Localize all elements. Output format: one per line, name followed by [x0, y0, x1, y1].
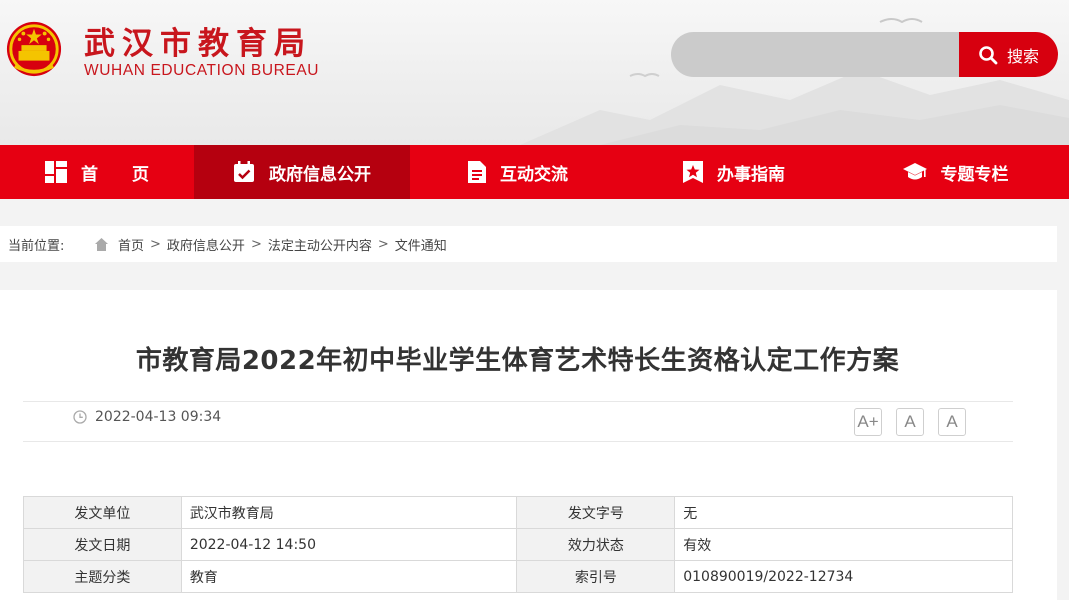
main-nav: 首 页 政府信息公开 互动交流 办事指南 专题专栏: [0, 145, 1069, 199]
info-key: 索引号: [516, 560, 676, 593]
breadcrumb-item-statutory[interactable]: 法定主动公开内容: [268, 235, 372, 254]
font-button-label: A+: [857, 412, 879, 431]
article-title: 市教育局2022年初中毕业学生体育艺术特长生资格认定工作方案: [135, 346, 900, 376]
info-value: 武汉市教育局: [180, 496, 518, 529]
calendar-check-icon: [234, 161, 254, 182]
font-increase-button[interactable]: A+: [854, 408, 882, 436]
national-emblem-icon: [6, 21, 62, 77]
nav-item-label: 首 页: [81, 164, 149, 185]
info-key: 发文日期: [23, 528, 182, 561]
info-value: 010890019/2022-12734: [674, 560, 1013, 593]
article-date: 2022-04-13 09:34: [73, 402, 221, 432]
info-key: 效力状态: [516, 528, 676, 561]
nav-item-interaction[interactable]: 互动交流: [410, 145, 626, 199]
breadcrumb-label: 当前位置:: [8, 238, 65, 254]
font-button-label: A: [946, 412, 958, 431]
home-icon: [95, 237, 108, 251]
nav-item-gov-info[interactable]: 政府信息公开: [194, 145, 410, 199]
info-key: 主题分类: [23, 560, 182, 593]
article-datetime: 2022-04-13 09:34: [95, 409, 222, 425]
font-decrease-button[interactable]: A: [938, 408, 966, 436]
breadcrumb-item-notices[interactable]: 文件通知: [395, 235, 447, 254]
info-value: 无: [674, 496, 1013, 529]
nav-item-label: 专题专栏: [940, 164, 1009, 185]
site-header: 武汉市教育局 WUHAN EDUCATION BUREAU 搜索: [0, 0, 1069, 145]
breadcrumb-item-gov-info[interactable]: 政府信息公开: [167, 235, 245, 254]
site-title-cn: 武汉市教育局: [84, 26, 312, 62]
search-icon: [979, 45, 998, 64]
breadcrumb-separator: >: [377, 236, 389, 252]
article-meta: 2022-04-13 09:34 A+ A A: [23, 401, 1013, 442]
breadcrumb: 当前位置: 首页 > 政府信息公开 > 法定主动公开内容 > 文件通知: [0, 226, 1057, 262]
search-button-label: 搜索: [1006, 46, 1039, 66]
nav-item-label: 政府信息公开: [269, 164, 371, 185]
star-bookmark-icon: [683, 161, 703, 183]
document-icon: [468, 161, 486, 183]
info-value: 2022-04-12 14:50: [180, 528, 518, 561]
article-panel: 市教育局2022年初中毕业学生体育艺术特长生资格认定工作方案 2022-04-1…: [0, 290, 1057, 600]
nav-item-label: 互动交流: [500, 164, 568, 185]
search-input[interactable]: [671, 32, 961, 77]
table-row: 发文单位 武汉市教育局 发文字号 无: [23, 496, 1013, 529]
search-button[interactable]: 搜索: [959, 32, 1058, 77]
grid-icon: [45, 161, 67, 183]
breadcrumb-item-home[interactable]: 首页: [118, 235, 144, 254]
nav-item-guide[interactable]: 办事指南: [626, 145, 842, 199]
clock-icon: [73, 410, 87, 424]
nav-item-home[interactable]: 首 页: [0, 145, 194, 199]
nav-item-label: 办事指南: [717, 164, 785, 185]
table-row: 主题分类 教育 索引号 010890019/2022-12734: [23, 560, 1013, 593]
site-title-en: WUHAN EDUCATION BUREAU: [84, 62, 320, 79]
info-value: 教育: [180, 560, 518, 593]
breadcrumb-separator: >: [250, 236, 262, 252]
info-key: 发文单位: [23, 496, 182, 529]
info-key: 发文字号: [516, 496, 676, 529]
table-row: 发文日期 2022-04-12 14:50 效力状态 有效: [23, 528, 1013, 561]
graduation-cap-icon: [902, 163, 927, 180]
breadcrumb-separator: >: [150, 236, 161, 252]
document-info-table: 发文单位 武汉市教育局 发文字号 无 发文日期 2022-04-12 14:50…: [23, 496, 1013, 593]
font-button-label: A: [904, 412, 916, 431]
nav-item-topics[interactable]: 专题专栏: [842, 145, 1069, 199]
info-value: 有效: [674, 528, 1013, 561]
font-normal-button[interactable]: A: [896, 408, 924, 436]
